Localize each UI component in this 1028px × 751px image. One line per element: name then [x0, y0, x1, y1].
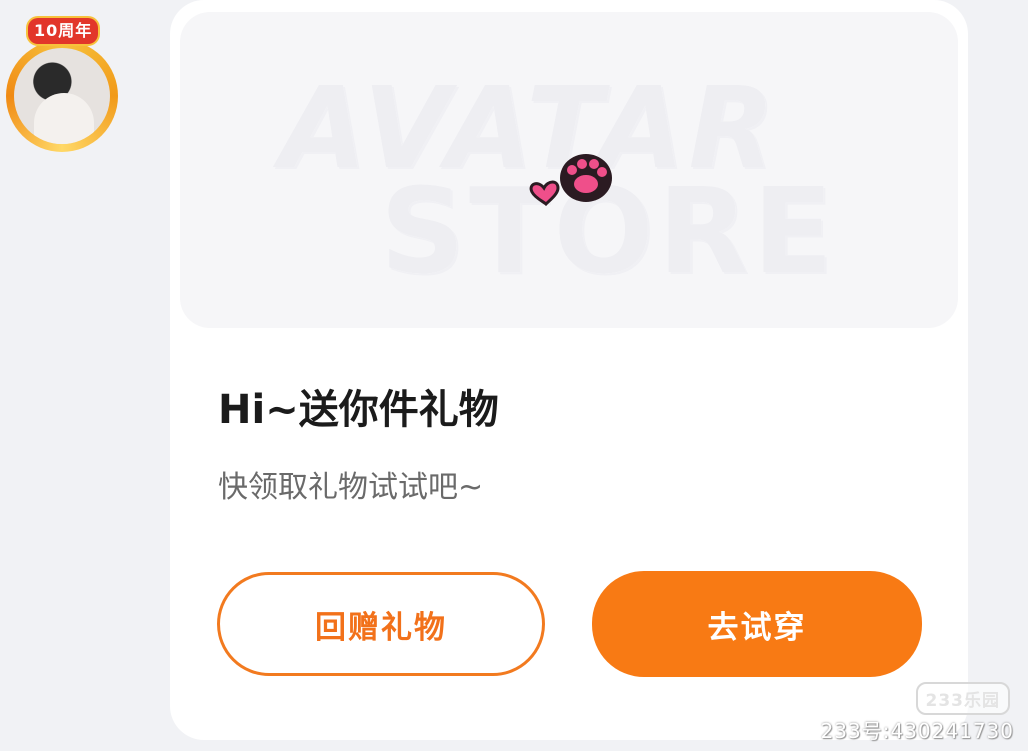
watermark-logo: 233乐园	[915, 682, 1010, 715]
anniversary-badge: 10周年	[28, 18, 99, 44]
pink-paw-icon	[529, 154, 612, 207]
avatar-store-banner: AVATAR STORE	[180, 12, 958, 328]
avatar-photo	[14, 48, 110, 144]
return-gift-button[interactable]: 回赠礼物	[217, 572, 545, 676]
try-on-button[interactable]: 去试穿	[592, 571, 922, 677]
dialog-subtitle: 快领取礼物试试吧~	[218, 470, 484, 505]
watermark-user-id: 233号:430241730	[820, 719, 1014, 743]
user-avatar[interactable]: 10周年	[0, 18, 130, 158]
dialog-title: Hi~送你件礼物	[218, 387, 499, 433]
gift-card: AVATAR STORE Hi~送你件礼物 快领取礼物试试吧~ 回赠礼物 去试穿	[170, 0, 968, 740]
